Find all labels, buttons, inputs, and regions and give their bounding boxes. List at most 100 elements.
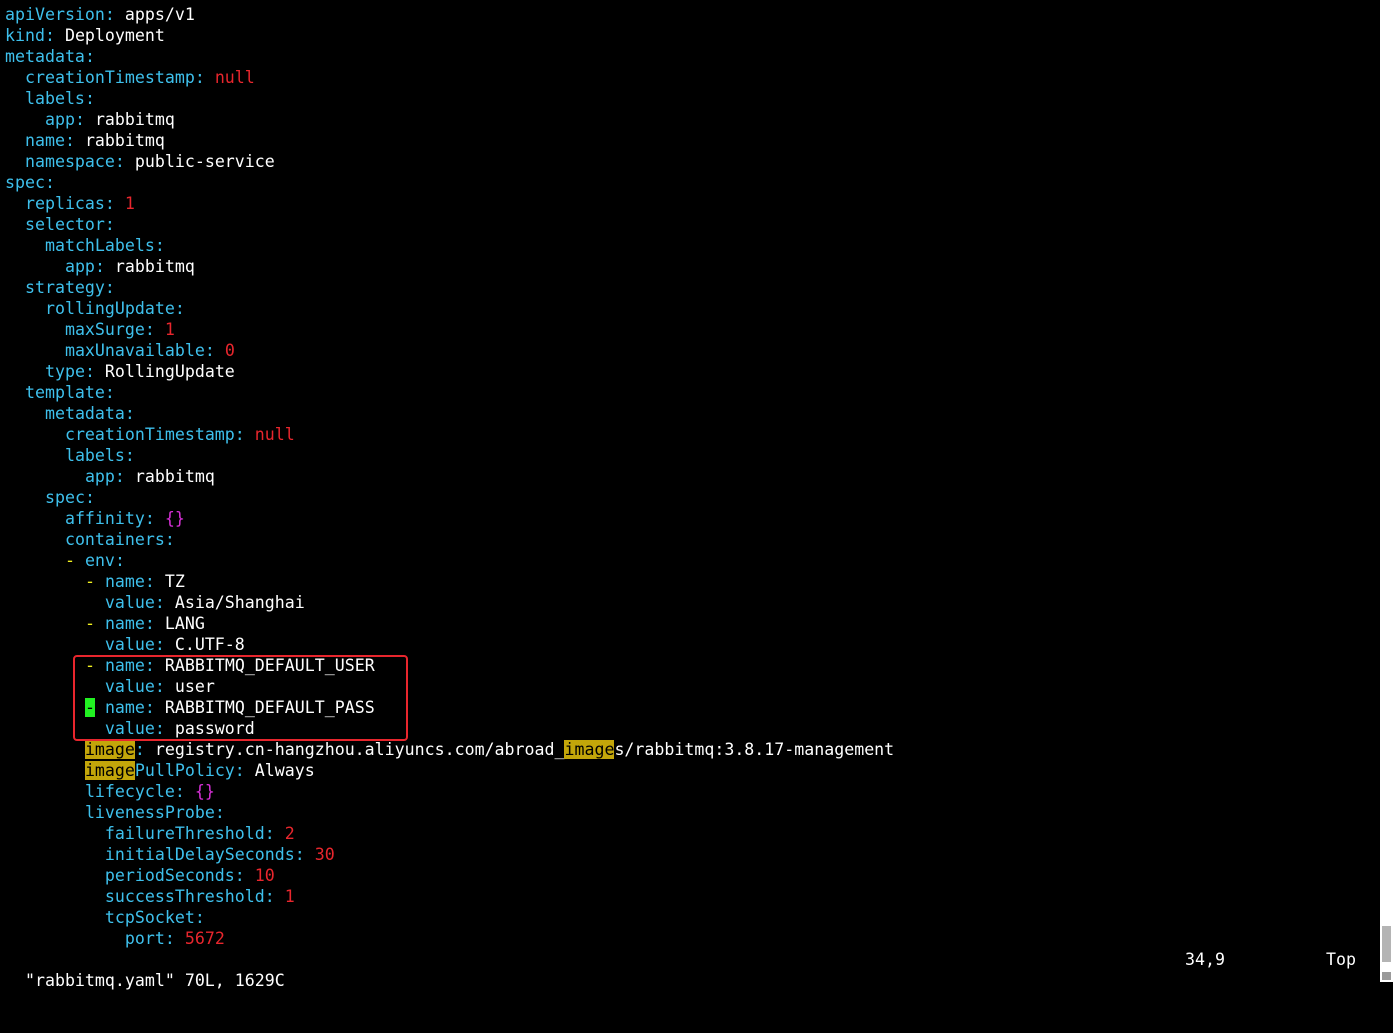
yaml-value: rabbitmq bbox=[134, 467, 215, 486]
yaml-literal: 10 bbox=[254, 866, 275, 885]
code-line[interactable]: - env: bbox=[5, 550, 1375, 571]
code-line[interactable]: - name: TZ bbox=[5, 571, 1375, 592]
code-line[interactable]: lifecycle: {} bbox=[5, 781, 1375, 802]
yaml-literal: 0 bbox=[224, 341, 235, 360]
code-line[interactable]: containers: bbox=[5, 529, 1375, 550]
scroll-up-arrow-icon[interactable] bbox=[1382, 2, 1391, 10]
vim-editor-buffer[interactable]: apiVersion: apps/v1 kind: Deployment metad… bbox=[5, 4, 1375, 949]
code-line[interactable]: namespace: public-service bbox=[5, 151, 1375, 172]
code-line[interactable]: strategy: bbox=[5, 277, 1375, 298]
code-line[interactable]: port: 5672 bbox=[5, 928, 1375, 949]
yaml-literal: 1 bbox=[164, 320, 175, 339]
code-line[interactable]: selector: bbox=[5, 214, 1375, 235]
code-line[interactable]: metadata: bbox=[5, 46, 1375, 67]
code-line[interactable]: imagePullPolicy: Always bbox=[5, 760, 1375, 781]
yaml-value: rabbitmq bbox=[94, 110, 175, 129]
yaml-value: Asia/Shanghai bbox=[174, 593, 305, 612]
code-line[interactable]: spec: bbox=[5, 172, 1375, 193]
code-line[interactable]: livenessProbe: bbox=[5, 802, 1375, 823]
code-line[interactable]: image: registry.cn-hangzhou.aliyuncs.com… bbox=[5, 739, 1375, 760]
code-line[interactable]: app: rabbitmq bbox=[5, 466, 1375, 487]
yaml-colon: : bbox=[144, 614, 165, 633]
scrollbar-thumb[interactable] bbox=[1382, 926, 1391, 962]
yaml-key: rollingUpdate bbox=[44, 299, 175, 318]
yaml-value: rabbitmq bbox=[84, 131, 165, 150]
yaml-colon: : bbox=[124, 446, 135, 465]
yaml-key: periodSeconds bbox=[104, 866, 235, 885]
yaml-literal: 30 bbox=[314, 845, 335, 864]
code-line[interactable]: app: rabbitmq bbox=[5, 109, 1375, 130]
code-line[interactable]: type: RollingUpdate bbox=[5, 361, 1375, 382]
code-line[interactable]: periodSeconds: 10 bbox=[5, 865, 1375, 886]
code-line[interactable]: name: rabbitmq bbox=[5, 130, 1375, 151]
yaml-key: maxSurge bbox=[64, 320, 145, 339]
code-line[interactable]: value: C.UTF-8 bbox=[5, 634, 1375, 655]
yaml-colon: : bbox=[124, 404, 135, 423]
yaml-value: Deployment bbox=[64, 26, 165, 45]
code-line[interactable]: initialDelaySeconds: 30 bbox=[5, 844, 1375, 865]
yaml-key: name bbox=[104, 656, 145, 675]
yaml-colon: : bbox=[174, 782, 195, 801]
yaml-colon: : bbox=[44, 173, 55, 192]
code-line[interactable]: value: password bbox=[5, 718, 1375, 739]
code-line[interactable]: value: Asia/Shanghai bbox=[5, 592, 1375, 613]
code-line[interactable]: rollingUpdate: bbox=[5, 298, 1375, 319]
yaml-colon: : bbox=[154, 719, 175, 738]
code-line[interactable]: spec: bbox=[5, 487, 1375, 508]
code-line[interactable]: tcpSocket: bbox=[5, 907, 1375, 928]
yaml-list-dash: - bbox=[84, 614, 95, 633]
code-line[interactable]: affinity: {} bbox=[5, 508, 1375, 529]
yaml-value: public-service bbox=[134, 152, 275, 171]
yaml-literal: null bbox=[214, 68, 255, 87]
yaml-key: type bbox=[44, 362, 85, 381]
yaml-value: s/rabbitmq:3.8.17-management bbox=[614, 740, 895, 759]
yaml-key: apiVersion bbox=[5, 5, 105, 24]
yaml-value: LANG bbox=[164, 614, 205, 633]
yaml-list-dash: - bbox=[64, 551, 75, 570]
code-line[interactable]: failureThreshold: 2 bbox=[5, 823, 1375, 844]
code-line[interactable]: labels: bbox=[5, 88, 1375, 109]
yaml-colon: : bbox=[194, 68, 215, 87]
yaml-colon: : bbox=[144, 320, 165, 339]
yaml-colon: : bbox=[154, 635, 175, 654]
code-line[interactable]: kind: Deployment bbox=[5, 25, 1375, 46]
code-line[interactable]: app: rabbitmq bbox=[5, 256, 1375, 277]
code-line[interactable]: creationTimestamp: null bbox=[5, 424, 1375, 445]
yaml-key: app bbox=[44, 110, 75, 129]
code-line[interactable]: labels: bbox=[5, 445, 1375, 466]
yaml-colon: : bbox=[114, 152, 135, 171]
yaml-key: value bbox=[104, 593, 155, 612]
code-line[interactable]: replicas: 1 bbox=[5, 193, 1375, 214]
code-line[interactable]: value: user bbox=[5, 676, 1375, 697]
code-line[interactable]: - name: RABBITMQ_DEFAULT_PASS bbox=[5, 697, 1375, 718]
vertical-scrollbar[interactable] bbox=[1380, 0, 1393, 982]
code-line[interactable]: apiVersion: apps/v1 bbox=[5, 4, 1375, 25]
yaml-key: name bbox=[104, 572, 145, 591]
code-line[interactable]: maxUnavailable: 0 bbox=[5, 340, 1375, 361]
code-line[interactable]: successThreshold: 1 bbox=[5, 886, 1375, 907]
yaml-key: value bbox=[104, 677, 155, 696]
code-line[interactable]: - name: LANG bbox=[5, 613, 1375, 634]
yaml-colon: : bbox=[154, 236, 165, 255]
yaml-colon: : bbox=[234, 866, 255, 885]
code-line[interactable]: metadata: bbox=[5, 403, 1375, 424]
search-match-highlight: image bbox=[564, 740, 615, 759]
code-line[interactable]: - name: RABBITMQ_DEFAULT_USER bbox=[5, 655, 1375, 676]
code-line[interactable]: creationTimestamp: null bbox=[5, 67, 1375, 88]
yaml-colon: : bbox=[114, 467, 135, 486]
scroll-down-arrow-icon[interactable] bbox=[1382, 972, 1391, 980]
yaml-colon: : bbox=[144, 656, 165, 675]
code-line[interactable]: matchLabels: bbox=[5, 235, 1375, 256]
code-line[interactable]: template: bbox=[5, 382, 1375, 403]
code-line[interactable]: maxSurge: 1 bbox=[5, 319, 1375, 340]
